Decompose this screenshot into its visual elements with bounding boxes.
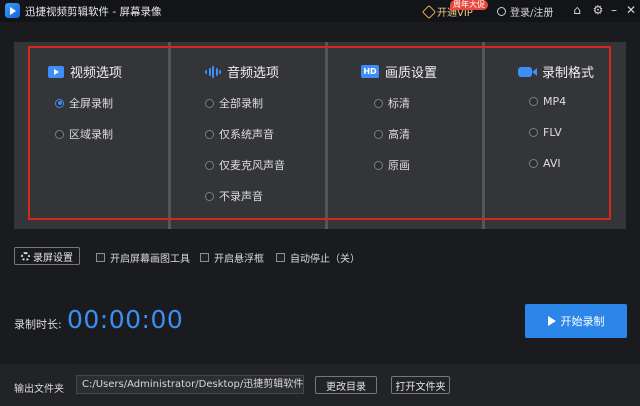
checkbox[interactable] (200, 253, 209, 262)
record-settings-button[interactable]: 录屏设置 (14, 247, 80, 265)
radio-button[interactable] (205, 129, 214, 139)
section-title: 录制格式 (542, 66, 595, 81)
radio-quality-sd[interactable]: 标清 (374, 95, 410, 111)
option-label: 仅系统声音 (219, 128, 274, 141)
radio-fullscreen[interactable]: 全屏录制 (55, 95, 113, 111)
radio-format-flv[interactable]: FLV (529, 126, 562, 139)
home-icon[interactable]: ⌂ (570, 3, 584, 17)
format-options-column: 录制格式 MP4 FLV AVI (485, 42, 626, 229)
format-options-header: 录制格式 (518, 62, 594, 81)
user-icon (497, 7, 506, 16)
record-settings-label: 录屏设置 (33, 252, 73, 264)
login-button[interactable]: 登录/注册 (497, 4, 553, 19)
section-title: 画质设置 (385, 66, 438, 81)
quality-options-header: HD 画质设置 (361, 62, 437, 81)
checkbox[interactable] (276, 253, 285, 262)
login-label: 登录/注册 (510, 8, 554, 19)
hd-icon: HD (361, 65, 379, 78)
radio-button[interactable] (55, 129, 64, 139)
start-recording-label: 开始录制 (560, 315, 605, 328)
radio-button[interactable] (205, 98, 214, 108)
option-label: 不录声音 (219, 190, 263, 203)
play-icon (547, 316, 556, 326)
audio-options-header: 音频选项 (205, 62, 279, 81)
duration-label: 录制时长: (14, 318, 62, 331)
title-bar: 迅捷视频剪辑软件 - 屏幕录像 开通VIP 周年大促 登录/注册 ⌂ ⚙ – ✕ (0, 0, 640, 22)
radio-region[interactable]: 区域录制 (55, 126, 113, 142)
option-label: 标清 (388, 97, 410, 110)
audio-options-column: 音频选项 全部录制 仅系统声音 仅麦克风声音 不录声音 (171, 42, 325, 229)
radio-format-mp4[interactable]: MP4 (529, 95, 566, 108)
video-options-column: 视频选项 全屏录制 区域录制 (14, 42, 168, 229)
radio-button[interactable] (529, 128, 538, 137)
checkbox-label: 自动停止（关） (290, 254, 360, 265)
quality-options-column: HD 画质设置 标清 高清 原画 (328, 42, 482, 229)
option-label: MP4 (543, 95, 567, 108)
duration-timer: 00:00:00 (67, 305, 184, 334)
checkbox-floating-window[interactable]: 开启悬浮框 (200, 250, 264, 265)
radio-button[interactable] (205, 191, 214, 201)
app-logo-icon (5, 3, 20, 18)
radio-button[interactable] (529, 159, 538, 168)
radio-button[interactable] (205, 160, 214, 170)
checkbox-auto-stop[interactable]: 自动停止（关） (276, 250, 360, 265)
audio-wave-icon (205, 65, 221, 78)
output-folder-label: 输出文件夹 (14, 384, 64, 395)
settings-icon[interactable]: ⚙ (591, 3, 605, 17)
option-label: 高清 (388, 128, 410, 141)
radio-audio-all[interactable]: 全部录制 (205, 95, 263, 111)
promo-badge: 周年大促 (450, 0, 488, 10)
gear-icon (21, 251, 30, 261)
option-label: 原画 (388, 159, 410, 172)
window-title: 迅捷视频剪辑软件 - 屏幕录像 (25, 6, 162, 18)
output-path-field[interactable]: C:/Users/Administrator/Desktop/迅捷剪辑软件 (76, 375, 304, 394)
radio-button[interactable] (374, 98, 383, 108)
start-recording-button[interactable]: 开始录制 (525, 304, 627, 338)
option-label: 全屏录制 (69, 97, 113, 110)
radio-audio-none[interactable]: 不录声音 (205, 188, 263, 204)
radio-button[interactable] (529, 97, 538, 106)
section-title: 视频选项 (70, 66, 123, 81)
radio-quality-original[interactable]: 原画 (374, 157, 410, 173)
change-directory-button[interactable]: 更改目录 (315, 376, 377, 394)
option-label: 区域录制 (69, 128, 113, 141)
open-folder-button[interactable]: 打开文件夹 (391, 376, 450, 394)
option-label: 仅麦克风声音 (219, 159, 285, 172)
video-icon (48, 65, 64, 78)
radio-button[interactable] (55, 98, 64, 108)
close-icon[interactable]: ✕ (624, 3, 638, 17)
camera-icon (518, 66, 537, 77)
option-label: FLV (543, 126, 562, 139)
radio-audio-system[interactable]: 仅系统声音 (205, 126, 274, 142)
radio-button[interactable] (374, 160, 383, 170)
minimize-icon[interactable]: – (607, 3, 621, 17)
checkbox-label: 开启悬浮框 (214, 254, 264, 265)
radio-audio-mic[interactable]: 仅麦克风声音 (205, 157, 285, 173)
checkbox-drawing-tool[interactable]: 开启屏幕画图工具 (96, 250, 190, 265)
diamond-icon (421, 4, 437, 19)
radio-button[interactable] (374, 129, 383, 139)
checkbox[interactable] (96, 253, 105, 262)
option-label: 全部录制 (219, 97, 263, 110)
checkbox-label: 开启屏幕画图工具 (110, 254, 190, 265)
options-panel: 视频选项 全屏录制 区域录制 音频选项 全部录制 仅系统声音 仅麦克风声音 不录… (14, 42, 626, 229)
section-title: 音频选项 (227, 66, 280, 81)
option-label: AVI (543, 157, 561, 170)
radio-format-avi[interactable]: AVI (529, 157, 561, 170)
radio-quality-hd[interactable]: 高清 (374, 126, 410, 142)
video-options-header: 视频选项 (48, 62, 122, 81)
